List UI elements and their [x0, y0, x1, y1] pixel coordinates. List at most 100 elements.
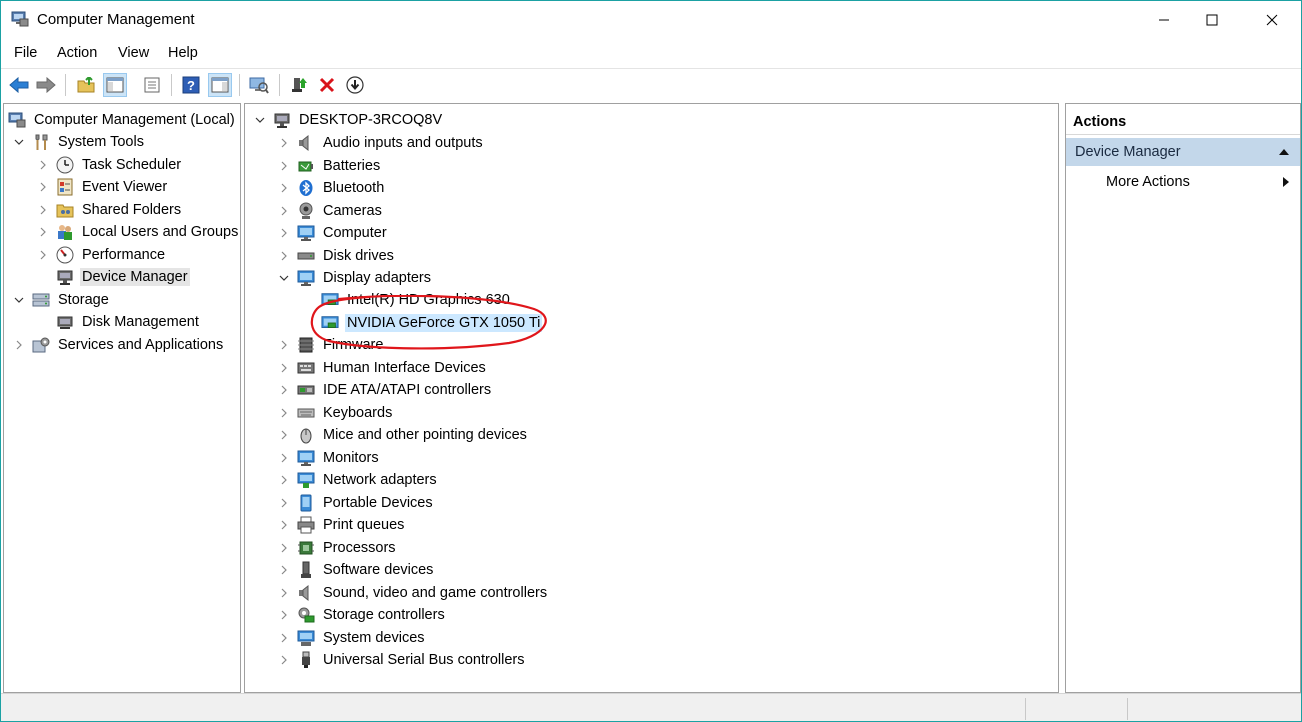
chevron-right-icon[interactable]	[277, 541, 291, 555]
device-category[interactable]: IDE ATA/ATAPI controllers	[277, 379, 493, 401]
device-category[interactable]: System devices	[277, 627, 427, 649]
close-button[interactable]	[1249, 1, 1295, 39]
tree-label: Firmware	[323, 337, 384, 353]
chevron-right-icon[interactable]	[277, 136, 291, 150]
properties-button[interactable]	[140, 73, 164, 97]
device-tree-root[interactable]: DESKTOP-3RCOQ8V	[253, 109, 444, 131]
device-category[interactable]: Disk drives	[277, 245, 396, 267]
chevron-right-icon[interactable]	[277, 608, 291, 622]
chevron-down-icon[interactable]	[12, 135, 26, 149]
scan-hardware-changes-button[interactable]	[247, 73, 271, 97]
device-category[interactable]: Keyboards	[277, 402, 394, 424]
chevron-right-icon[interactable]	[277, 338, 291, 352]
up-one-level-button[interactable]	[74, 73, 98, 97]
uninstall-device-button[interactable]	[315, 73, 339, 97]
device-category[interactable]: Print queues	[277, 514, 406, 536]
chevron-right-icon[interactable]	[277, 518, 291, 532]
chevron-right-icon[interactable]	[277, 406, 291, 420]
tree-label: Storage	[58, 292, 109, 308]
chevron-right-icon[interactable]	[277, 451, 291, 465]
device-category[interactable]: Portable Devices	[277, 492, 435, 514]
tree-label: Cameras	[323, 202, 382, 219]
device-category[interactable]: Computer	[277, 222, 389, 244]
device-category[interactable]: Software devices	[277, 559, 435, 581]
tree-label: Audio inputs and outputs	[323, 135, 483, 151]
chevron-right-icon[interactable]	[277, 159, 291, 173]
chevron-right-icon[interactable]	[277, 181, 291, 195]
device-category[interactable]: Processors	[277, 537, 398, 559]
enable-device-button[interactable]	[343, 73, 367, 97]
title-bar[interactable]: Computer Management	[1, 1, 1301, 39]
forward-button[interactable]	[34, 73, 58, 97]
device-category[interactable]: Monitors	[277, 447, 381, 469]
tree-item-storage[interactable]: Storage	[12, 289, 111, 311]
chevron-right-icon[interactable]	[277, 361, 291, 375]
chevron-down-icon[interactable]	[277, 271, 291, 285]
device-category[interactable]: Batteries	[277, 155, 382, 177]
uninstall-x-icon	[319, 77, 335, 93]
chevron-right-icon[interactable]	[36, 180, 50, 194]
chevron-right-icon[interactable]	[277, 383, 291, 397]
device-category[interactable]: Network adapters	[277, 469, 439, 491]
chevron-right-icon[interactable]	[277, 631, 291, 645]
chevron-right-icon[interactable]	[277, 496, 291, 510]
device-intel-hd-graphics[interactable]: Intel(R) HD Graphics 630	[301, 289, 512, 311]
chevron-right-icon[interactable]	[277, 428, 291, 442]
device-category[interactable]: Human Interface Devices	[277, 357, 488, 379]
device-category[interactable]: Universal Serial Bus controllers	[277, 649, 526, 671]
chevron-right-icon[interactable]	[36, 248, 50, 262]
help-button[interactable]: ?	[179, 73, 203, 97]
tree-item-computer-management[interactable]: Computer Management (Local)	[8, 109, 237, 131]
device-category[interactable]: Mice and other pointing devices	[277, 424, 529, 446]
folder-up-icon	[77, 77, 95, 93]
chevron-down-icon[interactable]	[12, 293, 26, 307]
device-category[interactable]: Storage controllers	[277, 604, 447, 626]
tree-item-performance[interactable]: Performance	[36, 244, 167, 266]
tree-item-local-users-groups[interactable]: Local Users and Groups	[36, 221, 240, 243]
device-category[interactable]: Audio inputs and outputs	[277, 132, 485, 154]
device-category[interactable]: Bluetooth	[277, 177, 386, 199]
device-category[interactable]: Sound, video and game controllers	[277, 582, 549, 604]
chevron-down-icon[interactable]	[253, 113, 267, 127]
bluetooth-icon	[297, 179, 315, 197]
tree-item-system-tools[interactable]: System Tools	[12, 131, 146, 153]
actions-section-device-manager[interactable]: Device Manager	[1066, 138, 1300, 166]
chevron-right-icon[interactable]	[277, 204, 291, 218]
chevron-right-icon[interactable]	[36, 158, 50, 172]
tree-item-shared-folders[interactable]: Shared Folders	[36, 199, 183, 221]
menu-action[interactable]: Action	[57, 45, 97, 61]
more-actions-item[interactable]: More Actions	[1106, 174, 1190, 190]
update-driver-button[interactable]	[287, 73, 311, 97]
chevron-right-icon[interactable]	[277, 473, 291, 487]
maximize-button[interactable]	[1189, 1, 1235, 39]
tree-item-services-applications[interactable]: Services and Applications	[12, 334, 225, 356]
menu-view[interactable]: View	[118, 45, 149, 61]
tree-item-disk-management[interactable]: Disk Management	[36, 311, 201, 333]
chevron-right-icon[interactable]	[277, 586, 291, 600]
menu-help[interactable]: Help	[168, 45, 198, 61]
show-hide-console-tree-button[interactable]	[103, 73, 127, 97]
chevron-right-icon[interactable]	[277, 563, 291, 577]
device-category[interactable]: Firmware	[277, 334, 385, 356]
chevron-right-icon[interactable]	[36, 203, 50, 217]
minimize-button[interactable]	[1141, 1, 1187, 39]
device-category[interactable]: Cameras	[277, 200, 384, 222]
network-adapter-icon	[297, 471, 315, 489]
chevron-right-icon[interactable]	[277, 249, 291, 263]
chevron-right-icon[interactable]	[36, 225, 50, 239]
tree-label: Universal Serial Bus controllers	[323, 652, 525, 668]
menu-file[interactable]: File	[14, 45, 37, 61]
back-button[interactable]	[7, 73, 31, 97]
tree-item-device-manager[interactable]: Device Manager	[36, 266, 190, 288]
chevron-right-icon[interactable]	[277, 653, 291, 667]
category-display-adapters[interactable]: Display adapters	[277, 267, 433, 289]
tree-label: Performance	[82, 247, 166, 263]
tree-label: Services and Applications	[58, 337, 224, 353]
device-nvidia-gtx-1050-ti[interactable]: NVIDIA GeForce GTX 1050 Ti	[301, 312, 543, 334]
show-hide-action-pane-button[interactable]	[208, 73, 232, 97]
chevron-right-icon[interactable]	[277, 226, 291, 240]
tree-item-task-scheduler[interactable]: Task Scheduler	[36, 154, 183, 176]
chevron-right-icon[interactable]	[12, 338, 26, 352]
tree-item-event-viewer[interactable]: Event Viewer	[36, 176, 169, 198]
scan-hardware-icon	[249, 77, 269, 94]
